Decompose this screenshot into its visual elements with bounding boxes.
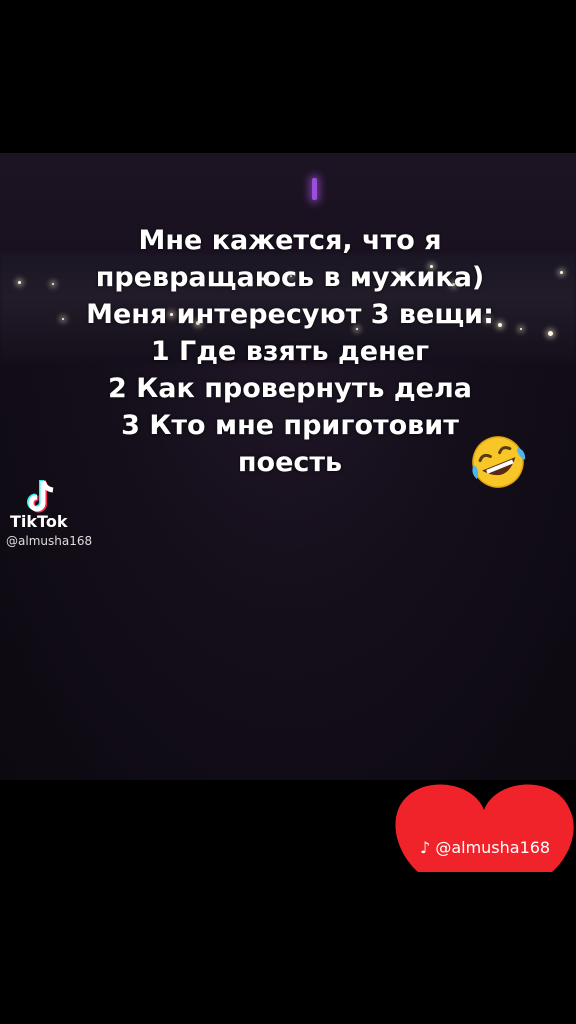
caption-line: 3 Кто мне приготовит	[121, 410, 459, 441]
heart-watermark: ♪ @almusha168	[420, 838, 550, 857]
heart-watermark-text: @almusha168	[435, 838, 551, 857]
caption-line: поесть	[237, 447, 343, 478]
caption-line: 1 Где взять денег	[150, 336, 430, 367]
caption-line: Мне кажется, что я	[138, 225, 442, 256]
tiktok-logo-icon	[26, 478, 60, 516]
tiktok-wordmark: TikTok	[10, 512, 68, 531]
tiktok-username: @almusha168	[6, 534, 93, 548]
caption-text: Мне кажется, что я превращаюсь в мужика)…	[40, 222, 540, 481]
red-heart-icon	[392, 780, 576, 872]
caption-line: 2 Как провернуть дела	[108, 373, 472, 404]
caption-line: превращаюсь в мужика)	[95, 262, 485, 293]
caption-line: Меня интересуют 3 вещи:	[86, 299, 494, 330]
tiktok-note-icon: ♪	[420, 838, 431, 857]
purple-light	[312, 178, 317, 200]
rolling-on-floor-laughing-emoji-icon	[468, 434, 528, 490]
tiktok-watermark: TikTok @almusha168	[6, 478, 108, 558]
